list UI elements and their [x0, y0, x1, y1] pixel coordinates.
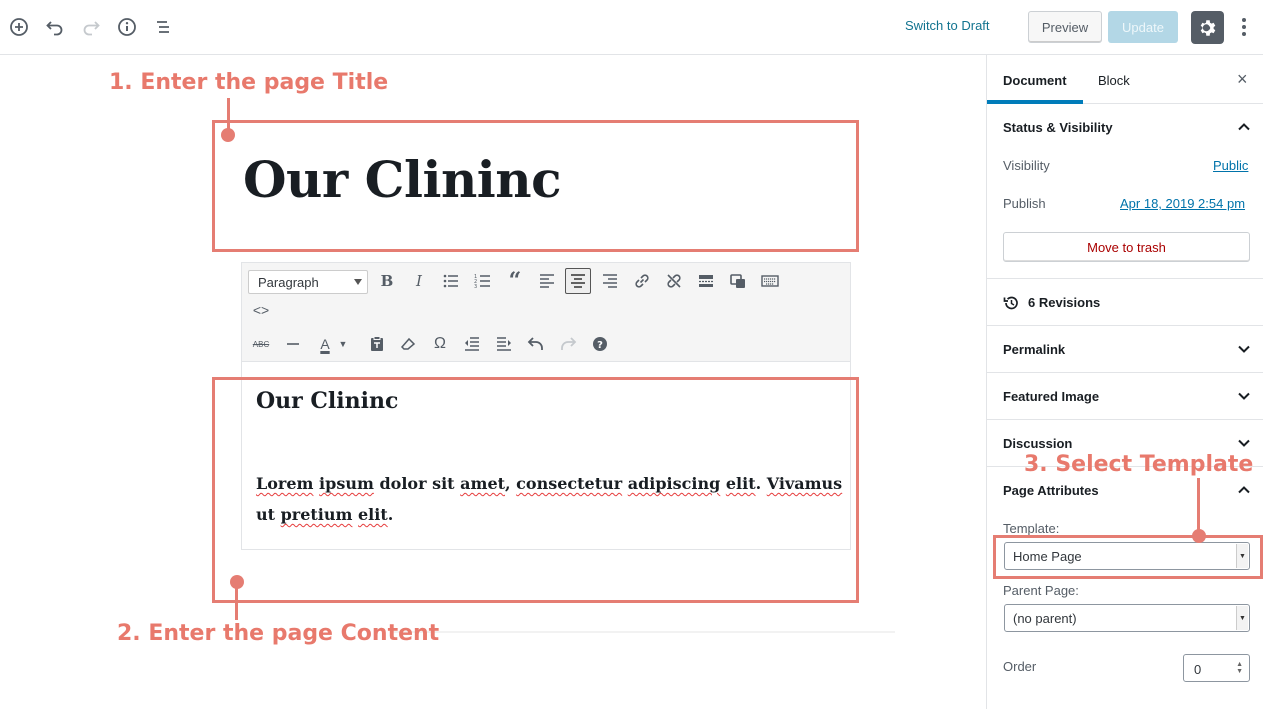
numbered-list-icon[interactable]: 123 — [470, 268, 496, 294]
horizontal-line-icon[interactable] — [280, 331, 306, 357]
editor-header: Switch to Draft Preview Update — [0, 0, 1263, 55]
read-more-icon[interactable] — [693, 268, 719, 294]
parent-page-label: Parent Page: — [1003, 583, 1079, 598]
panel-title: Page Attributes — [1003, 483, 1099, 498]
undo-icon[interactable] — [523, 331, 549, 357]
preview-button[interactable]: Preview — [1028, 11, 1102, 43]
italic-icon[interactable]: I — [406, 268, 432, 294]
select-arrow-icon: ▼ — [1236, 606, 1248, 630]
stepper-icon[interactable]: ▲ ▼ — [1236, 661, 1243, 675]
keyboard-icon[interactable] — [757, 268, 783, 294]
order-input[interactable]: 0 ▲ ▼ — [1183, 654, 1250, 682]
chevron-up-icon — [1238, 123, 1250, 131]
visibility-link[interactable]: Public — [1213, 158, 1248, 173]
panel-title: Featured Image — [1003, 389, 1100, 404]
chevron-down-icon — [1238, 392, 1250, 400]
svg-text:3: 3 — [474, 284, 477, 290]
svg-text:?: ? — [597, 340, 603, 351]
annotation-content-box — [212, 377, 859, 603]
template-label: Template: — [1003, 521, 1060, 536]
panel-title: Status & Visibility — [1003, 120, 1113, 135]
annotation-title-box — [212, 120, 859, 252]
revisions-icon — [1003, 296, 1018, 310]
classic-toolbar: Paragraph B I 123 “ <> ABC A ▼ Ω ? — [241, 262, 851, 362]
publish-label: Publish — [1003, 196, 1046, 211]
info-icon[interactable] — [114, 14, 140, 40]
block-navigation-icon[interactable] — [150, 14, 176, 40]
switch-to-draft-button[interactable]: Switch to Draft — [905, 18, 990, 33]
chevron-up-icon — [1238, 486, 1250, 494]
format-select[interactable]: Paragraph — [248, 270, 368, 294]
chevron-down-icon — [1238, 439, 1250, 447]
sidebar-tabs: Document Block × — [987, 55, 1263, 104]
strikethrough-icon[interactable]: ABC — [248, 331, 274, 357]
bold-icon[interactable]: B — [374, 268, 400, 294]
settings-sidebar: Document Block × Status & Visibility Vis… — [986, 55, 1263, 709]
indent-icon[interactable] — [491, 331, 517, 357]
parent-page-select-value: (no parent) — [1013, 611, 1077, 626]
redo-icon[interactable] — [78, 14, 104, 40]
visibility-label: Visibility — [1003, 158, 1050, 173]
dot — [1242, 32, 1246, 36]
dot — [1242, 18, 1246, 22]
divider — [390, 631, 895, 633]
special-character-icon[interactable]: Ω — [427, 331, 453, 357]
parent-page-select[interactable]: (no parent) ▼ — [1004, 604, 1250, 632]
caret-down-icon — [354, 279, 362, 285]
panel-title: Discussion — [1003, 436, 1073, 451]
annotation-step1: 1. Enter the page Title — [109, 70, 389, 95]
panel-featured-image[interactable]: Featured Image — [987, 372, 1263, 419]
panel-title: 6 Revisions — [1028, 295, 1101, 310]
annotation-step2: 2. Enter the page Content — [117, 621, 440, 646]
dot — [1242, 25, 1246, 29]
tab-block[interactable]: Block — [1098, 73, 1130, 88]
chevron-down-icon — [1238, 345, 1250, 353]
move-to-trash-button[interactable]: Move to trash — [1003, 232, 1250, 262]
panel-revisions[interactable]: 6 Revisions — [987, 278, 1263, 325]
caret-down-icon[interactable]: ▼ — [336, 331, 350, 357]
link-icon[interactable] — [629, 268, 655, 294]
panel-permalink[interactable]: Permalink — [987, 325, 1263, 372]
outdent-icon[interactable] — [459, 331, 485, 357]
clear-formatting-icon[interactable] — [395, 331, 421, 357]
bullet-list-icon[interactable] — [438, 268, 464, 294]
tab-document[interactable]: Document — [1003, 73, 1067, 88]
help-icon[interactable]: ? — [587, 331, 613, 357]
order-value: 0 — [1194, 662, 1202, 677]
close-icon[interactable]: × — [1237, 69, 1248, 90]
paste-as-text-icon[interactable] — [364, 331, 390, 357]
panel-title: Permalink — [1003, 342, 1066, 357]
more-options-button[interactable] — [1234, 14, 1254, 40]
format-select-value: Paragraph — [258, 275, 319, 290]
align-right-icon[interactable] — [597, 268, 623, 294]
publish-date-link[interactable]: Apr 18, 2019 2:54 pm — [1120, 196, 1245, 211]
annotation-connector — [1197, 478, 1200, 536]
align-center-icon[interactable] — [565, 268, 591, 294]
undo-icon[interactable] — [42, 14, 68, 40]
unlink-icon[interactable] — [661, 268, 687, 294]
media-icon[interactable] — [725, 268, 751, 294]
code-icon[interactable]: <> — [248, 297, 274, 323]
annotation-template-box — [993, 535, 1263, 579]
align-left-icon[interactable] — [534, 268, 560, 294]
update-button[interactable]: Update — [1108, 11, 1178, 43]
redo-icon[interactable] — [555, 331, 581, 357]
annotation-connector — [235, 582, 238, 620]
panel-status-visibility[interactable]: Status & Visibility — [987, 104, 1263, 151]
quote-icon[interactable]: “ — [502, 268, 528, 294]
order-label: Order — [1003, 659, 1037, 674]
settings-button[interactable] — [1191, 11, 1224, 44]
add-block-icon[interactable] — [6, 14, 32, 40]
text-color-icon[interactable]: A — [312, 331, 338, 357]
annotation-step3: 3. Select Template — [1024, 452, 1254, 477]
gear-icon — [1200, 19, 1215, 36]
